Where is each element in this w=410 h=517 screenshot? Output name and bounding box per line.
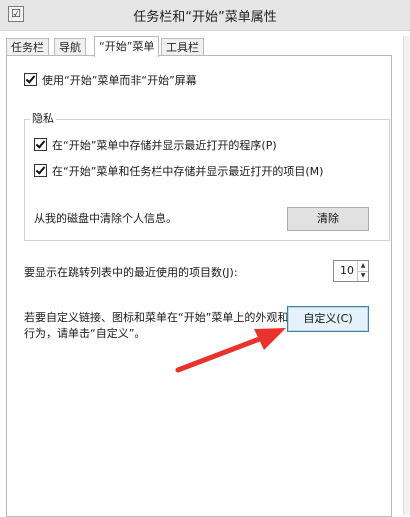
annotation-arrow-icon [175, 328, 286, 373]
window-scrollbar[interactable] [403, 36, 410, 515]
annotation-arrow-layer [175, 328, 286, 373]
tab-start-menu[interactable]: “开始”菜单 [94, 36, 160, 57]
dialog-window: ☑ 任务栏和“开始”菜单属性 任务栏 导航 “开始”菜单 工具栏 使用“开始”菜… [0, 0, 410, 517]
